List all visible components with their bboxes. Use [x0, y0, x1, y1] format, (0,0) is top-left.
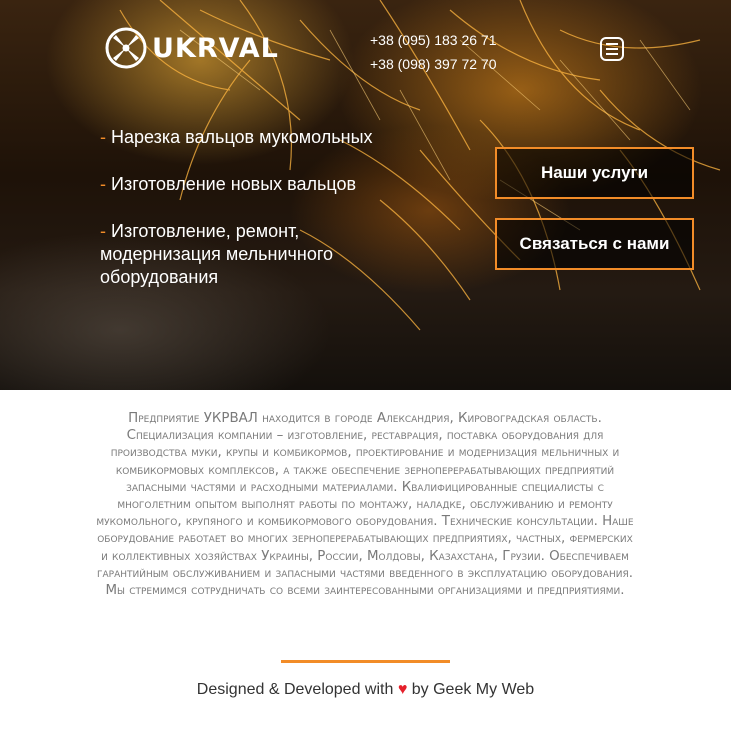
phone-number-2[interactable]: +38 (098) 397 72 70 [370, 52, 497, 76]
services-list: - Нарезка вальцов мукомольных - Изготовл… [100, 126, 400, 313]
services-list-item: - Изготовление, ремонт, модернизация мел… [100, 220, 400, 289]
contact-us-button[interactable]: Связаться с нами [495, 218, 694, 270]
logo[interactable]: UKRVAL [104, 26, 279, 70]
footer-credits: Designed & Developed with ♥ by Geek My W… [0, 681, 731, 699]
service-text: Изготовление, ремонт, модернизация мельн… [100, 221, 334, 287]
hero-banner: UKRVAL +38 (095) 183 26 71 +38 (098) 397… [0, 0, 731, 390]
footer-credits-prefix: Designed & Developed with [196, 681, 394, 698]
services-list-item: - Нарезка вальцов мукомольных [100, 126, 400, 149]
hamburger-menu-icon[interactable] [600, 37, 624, 61]
bullet-dash: - [100, 127, 106, 147]
heart-icon: ♥ [397, 681, 408, 698]
footer-divider [281, 660, 450, 663]
phone-numbers: +38 (095) 183 26 71 +38 (098) 397 72 70 [370, 28, 497, 76]
bullet-dash: - [100, 174, 106, 194]
footer-credits-suffix[interactable]: by Geek My Web [412, 681, 534, 698]
services-list-item: - Изготовление новых вальцов [100, 173, 400, 196]
our-services-button[interactable]: Наши услуги [495, 147, 694, 199]
ukrval-logo-mark-icon [105, 27, 147, 69]
bullet-dash: - [100, 221, 106, 241]
logo-text: UKRVAL [152, 32, 279, 64]
about-company-text: Предприятие УКРВАЛ находится в городе Ал… [96, 411, 634, 599]
service-text: Нарезка вальцов мукомольных [111, 127, 373, 147]
phone-number-1[interactable]: +38 (095) 183 26 71 [370, 28, 497, 52]
service-text: Изготовление новых вальцов [111, 174, 357, 194]
